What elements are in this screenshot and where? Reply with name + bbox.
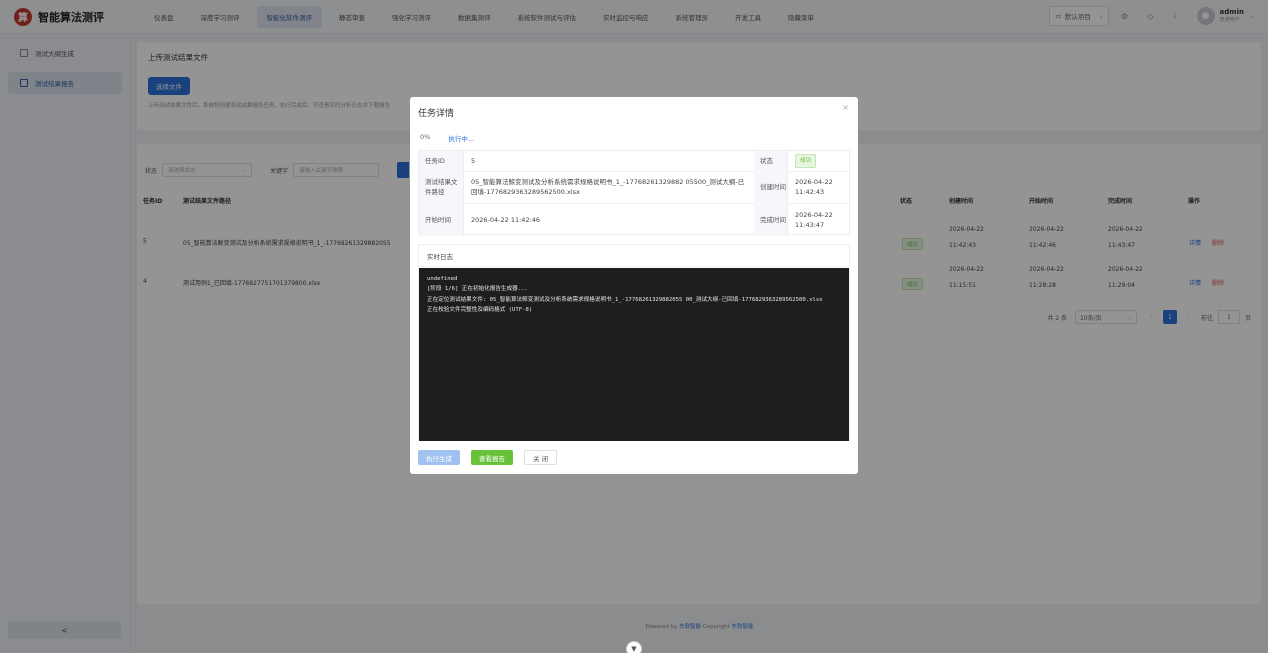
task-detail-dialog: 任务详情 × 0% 执行中... 任务ID 5 状态 成功 测试结果文件路径 0…: [410, 97, 858, 474]
log-line: undefined: [427, 276, 458, 282]
realtime-log-card: 实时日志 undefined [阶段 1/6] 正在初始化报告生成器... 正在定位…: [418, 244, 850, 441]
dialog-title: 任务详情: [418, 109, 455, 119]
started-label: 开始时间: [419, 203, 463, 236]
status-cell: 成功: [787, 151, 851, 171]
log-title: 实时日志: [419, 245, 849, 267]
progress-status: 执行中...: [448, 135, 475, 143]
created-label: 创建时间: [754, 171, 787, 203]
status-badge: 成功: [795, 154, 817, 168]
status-label: 状态: [754, 151, 787, 171]
scroll-down-icon[interactable]: ▼: [626, 641, 642, 653]
task-id-value: 5: [471, 157, 476, 165]
task-id-label: 任务ID: [419, 151, 463, 171]
task-detail-table: 任务ID 5 状态 成功 测试结果文件路径 05_智能算法鲸变测试及分析系统需求…: [418, 150, 851, 236]
view-report-button[interactable]: 查看报告: [471, 450, 513, 465]
log-line: 正在校验文件完整性及编码格式 (UTF-8): [427, 306, 533, 313]
path-label: 测试结果文件路径: [419, 171, 463, 203]
close-icon[interactable]: ×: [842, 103, 849, 112]
progress-row: 0% 执行中...: [420, 133, 474, 143]
started-value: 2026-04-22 11:42:46: [471, 215, 541, 224]
progress-percent: 0%: [420, 133, 431, 141]
created-time: 11:42:43: [795, 188, 825, 196]
finished-time: 11:43:47: [795, 220, 825, 229]
finished-label: 完成时间: [754, 203, 787, 236]
log-console[interactable]: undefined [阶段 1/6] 正在初始化报告生成器... 正在定位测试结果文…: [419, 268, 849, 441]
log-line: 正在定位测试结果文件: 05_智能算法鲸变测试及分析系统需求规格说明书_1_-1…: [427, 296, 823, 303]
dialog-footer: 执行生成 查看报告 关 闭: [418, 450, 568, 465]
close-dialog-button[interactable]: 关 闭: [524, 450, 558, 465]
created-date: 2026-04-22: [795, 178, 833, 186]
path-value: 05_智能算法鲸变测试及分析系统需求规格说明书_1_-1776826132988…: [471, 178, 745, 196]
finished-date: 2026-04-22: [795, 210, 833, 219]
created-cell: 2026-04-22 11:42:43: [787, 171, 851, 203]
finished-cell: 2026-04-22 11:43:47: [787, 203, 851, 236]
log-line: [阶段 1/6] 正在初始化报告生成器...: [427, 286, 528, 293]
run-generate-button[interactable]: 执行生成: [418, 450, 460, 465]
